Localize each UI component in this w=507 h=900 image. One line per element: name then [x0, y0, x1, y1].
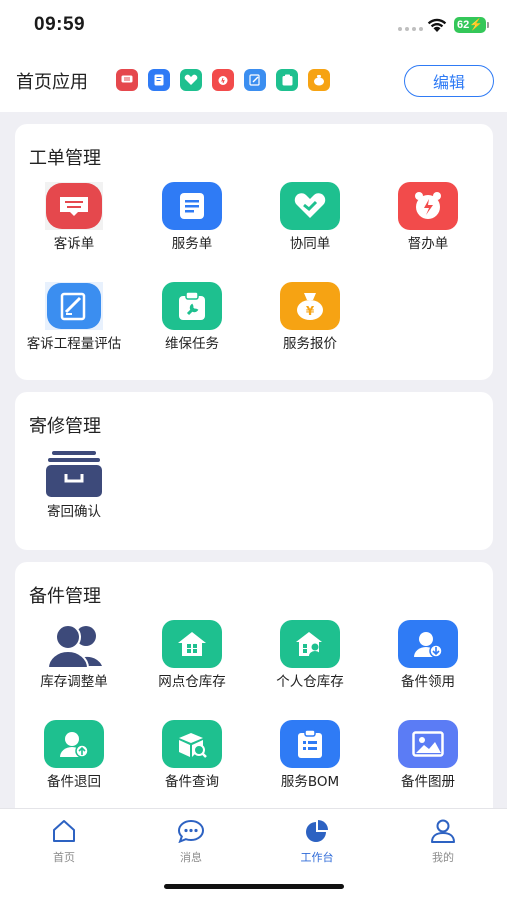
alarm-clock-icon [398, 182, 458, 230]
image-icon [398, 720, 458, 768]
app-cooperation[interactable]: 协同单 [251, 182, 369, 253]
app-label: 备件查询 [165, 774, 219, 790]
app-personal-warehouse[interactable]: 个人仓库存 [251, 620, 369, 691]
app-header: 首页应用 编辑 [0, 48, 507, 112]
app-label: 协同单 [289, 236, 331, 252]
app-label: 网点仓库存 [158, 674, 226, 690]
mini-alarm-icon [212, 69, 234, 91]
app-label: 备件领用 [401, 674, 455, 690]
app-service-bom[interactable]: 服务BOM [251, 720, 369, 791]
app-parts-return[interactable]: 备件退回 [15, 720, 133, 791]
section-title: 工单管理 [29, 148, 101, 169]
app-service-order[interactable]: 服务单 [133, 182, 251, 253]
personal-warehouse-icon [280, 620, 340, 668]
user-return-icon [44, 720, 104, 768]
section-title: 备件管理 [29, 586, 101, 607]
mini-edit-icon [244, 69, 266, 91]
user-receive-icon [398, 620, 458, 668]
home-icon [53, 820, 75, 842]
handshake-icon [280, 182, 340, 230]
profile-icon [431, 819, 455, 843]
section-title: 寄修管理 [29, 416, 101, 437]
battery-tip [487, 22, 489, 28]
app-label: 个人仓库存 [276, 674, 344, 690]
app-outlet-warehouse[interactable]: 网点仓库存 [133, 620, 251, 691]
app-return-confirm[interactable]: 寄回确认 [15, 450, 133, 521]
pie-chart-icon [306, 820, 328, 842]
svg-text:¥: ¥ [306, 304, 315, 318]
app-label: 维保任务 [165, 336, 219, 352]
tab-label: 工作台 [300, 851, 334, 864]
battery-level: 62 [457, 19, 470, 31]
app-parts-receive[interactable]: 备件领用 [369, 620, 487, 691]
status-bar: 09:59 62⚡ [0, 0, 507, 48]
home-indicator [164, 884, 344, 889]
maintenance-icon [162, 282, 222, 330]
app-parts-album[interactable]: 备件图册 [369, 720, 487, 791]
tab-label: 消息 [180, 851, 202, 864]
app-complaint-evaluation[interactable]: 客诉工程量评估 [15, 282, 133, 353]
section-work-orders: 工单管理 客诉单 服务单 协同单 督办单 客诉工程量评估 维保任务 ¥ 服务报价 [15, 124, 493, 380]
box-search-icon [162, 720, 222, 768]
tab-label: 我的 [432, 851, 454, 864]
app-service-quote[interactable]: ¥ 服务报价 [251, 282, 369, 353]
edit-doc-icon [44, 282, 104, 330]
app-parts-query[interactable]: 备件查询 [133, 720, 251, 791]
archive-box-icon [44, 450, 104, 498]
tab-label: 首页 [53, 851, 75, 864]
edit-button[interactable]: 编辑 [404, 65, 494, 97]
mini-complaint-icon [116, 69, 138, 91]
tab-workbench[interactable]: 工作台 [267, 819, 367, 865]
tab-messages[interactable]: 消息 [141, 819, 241, 865]
mini-maintenance-icon [276, 69, 298, 91]
mini-money-bag-icon [308, 69, 330, 91]
service-order-icon [162, 182, 222, 230]
app-label: 备件图册 [401, 774, 455, 790]
app-label: 库存调整单 [40, 674, 108, 690]
section-spare-parts: 备件管理 库存调整单 网点仓库存 个人仓库存 备件领用 备件退回 备件查询 服务… [15, 562, 493, 822]
clipboard-icon [280, 720, 340, 768]
users-icon [44, 620, 104, 668]
app-label: 服务报价 [283, 336, 337, 352]
message-icon [177, 819, 205, 844]
status-time: 09:59 [34, 14, 86, 35]
app-maintenance-task[interactable]: 维保任务 [133, 282, 251, 353]
app-label: 客诉单 [53, 236, 95, 252]
app-label: 备件退回 [47, 774, 101, 790]
app-supervise[interactable]: 督办单 [369, 182, 487, 253]
battery-indicator: 62⚡ [454, 17, 486, 33]
section-mail-repair: 寄修管理 寄回确认 [15, 392, 493, 550]
mini-service-order-icon [148, 69, 170, 91]
app-label: 督办单 [407, 236, 449, 252]
app-label: 服务BOM [280, 774, 340, 790]
app-complaint[interactable]: 客诉单 [15, 182, 133, 253]
app-inventory-adjust[interactable]: 库存调整单 [15, 620, 133, 691]
mini-handshake-icon [180, 69, 202, 91]
money-bag-icon: ¥ [280, 282, 340, 330]
app-label: 服务单 [171, 236, 213, 252]
app-label: 客诉工程量评估 [26, 336, 122, 352]
warehouse-icon [162, 620, 222, 668]
app-label: 寄回确认 [47, 504, 101, 520]
signal-dots-icon [398, 27, 423, 31]
complaint-icon [44, 182, 104, 230]
tab-profile[interactable]: 我的 [393, 819, 493, 865]
wifi-icon [427, 18, 447, 32]
page-title: 首页应用 [16, 72, 88, 93]
tab-home[interactable]: 首页 [14, 819, 114, 865]
